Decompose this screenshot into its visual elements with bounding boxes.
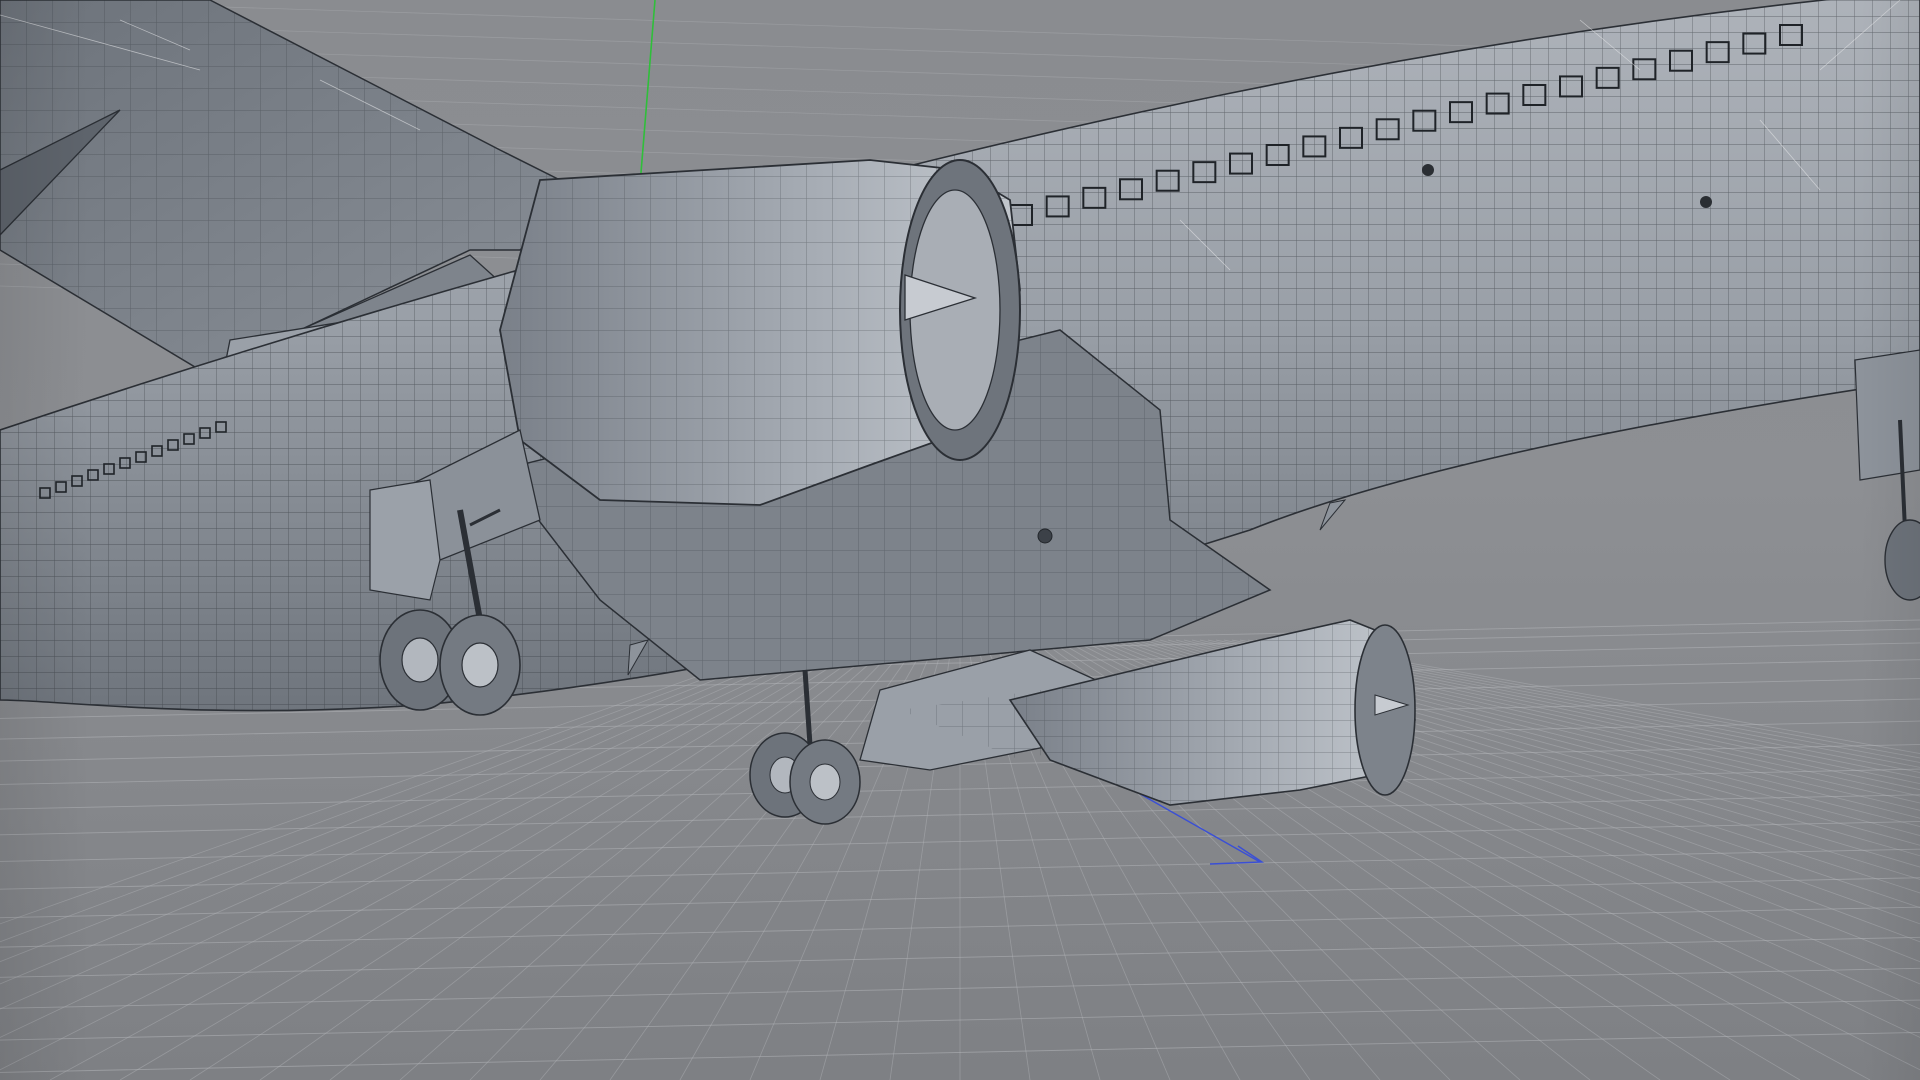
grid-line <box>609 639 921 1080</box>
y-axis-line <box>639 0 656 186</box>
nose-landing-gear[interactable] <box>1854 349 1920 601</box>
viewport-canvas[interactable] <box>0 0 1920 1080</box>
3d-viewport[interactable] <box>0 0 1920 1080</box>
main-landing-gear-right[interactable] <box>749 669 861 825</box>
wing-fence <box>369 479 441 601</box>
